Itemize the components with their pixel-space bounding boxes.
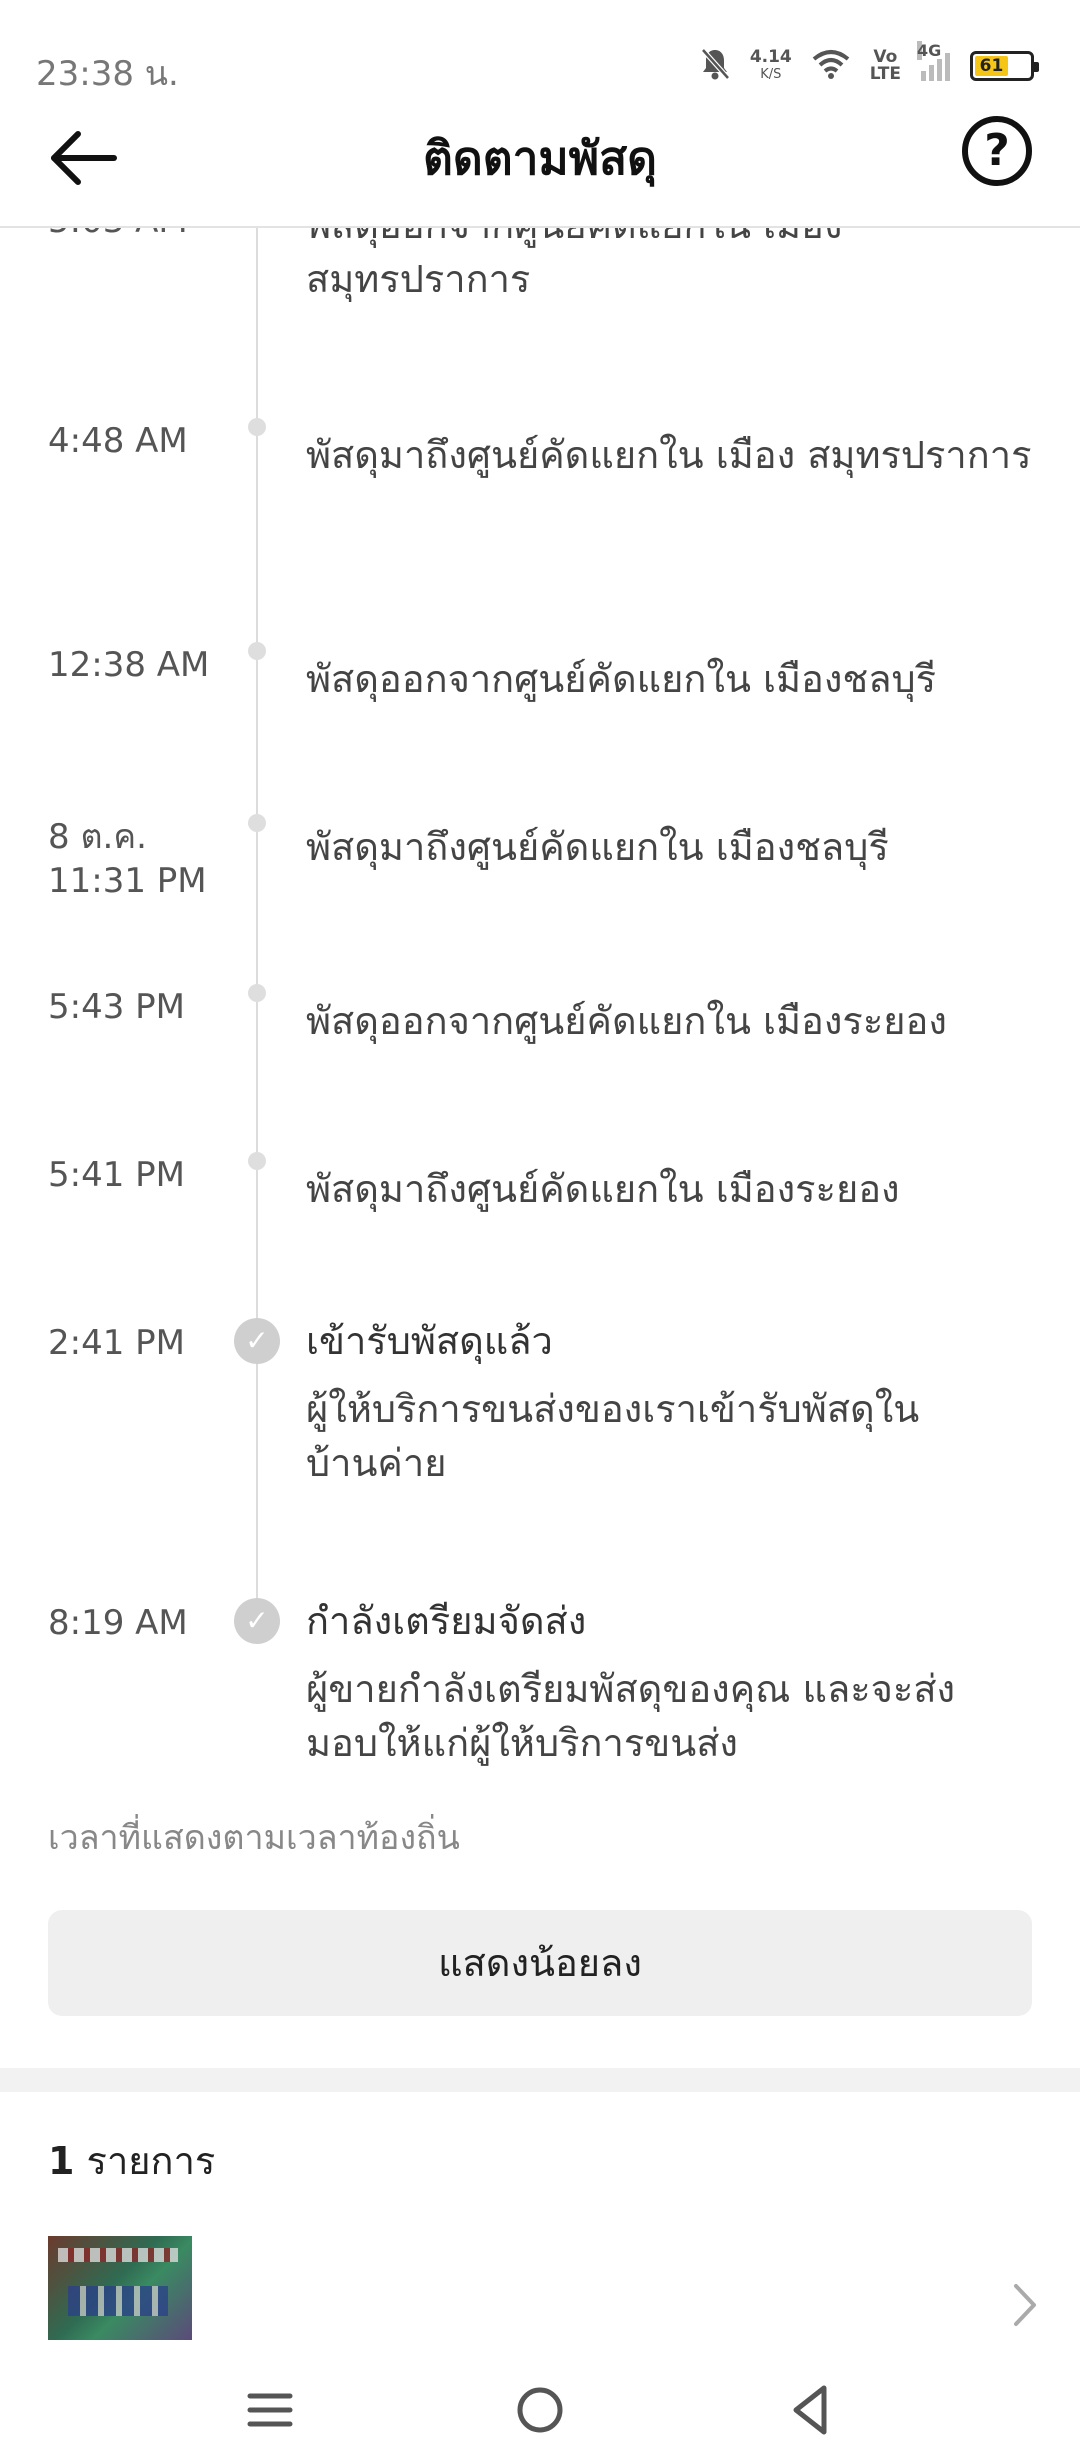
timezone-note: เวลาที่แสดงตามเวลาท้องถิ่น bbox=[48, 1818, 460, 1858]
timeline-time: 11:31 PM bbox=[48, 861, 207, 901]
timeline-text: พัสดุมาถึงศูนย์คัดแยกใน เมือง สมุทรปรากา… bbox=[306, 433, 1032, 477]
timeline-time: 4:48 AM bbox=[48, 421, 188, 461]
product-thumbnail[interactable] bbox=[48, 2236, 192, 2340]
check-circle-icon: ✓ bbox=[234, 1318, 280, 1364]
back-nav-button[interactable] bbox=[760, 2360, 860, 2460]
network-type: 4G bbox=[917, 41, 942, 60]
timeline-time: 2:41 PM bbox=[48, 1323, 185, 1363]
network-speed-value: 4.14 bbox=[749, 47, 792, 67]
timeline-time: 12:38 AM bbox=[48, 645, 210, 685]
timeline-dot bbox=[248, 1152, 266, 1170]
timeline-time: 5:41 PM bbox=[48, 1155, 185, 1195]
signal-strength-icon: 4G bbox=[917, 41, 950, 81]
timeline-text: พัสดุออกจากศูนย์คัดแยกใน เมืองระยอง bbox=[306, 999, 947, 1043]
status-bar: 23:38 น. 4.14 K/S Vo LTE 4G 61 bbox=[0, 0, 1080, 96]
timeline-text: ผู้ให้บริการขนส่งของเราเข้ารับพัสดุใน บ้… bbox=[306, 1387, 920, 1485]
mute-bell-icon bbox=[700, 47, 730, 85]
timeline-title: กำลังเตรียมจัดส่ง bbox=[306, 1599, 587, 1643]
items-count-label: รายการ bbox=[86, 2139, 216, 2183]
status-icons: 4.14 K/S Vo LTE 4G 61 bbox=[700, 41, 1039, 88]
timeline-text: พัสดุออกจากศูนย์คัดแยกใน เมืองชลบุรี bbox=[306, 657, 937, 701]
timeline-time: 5:03 AM bbox=[48, 228, 238, 244]
timeline-text: พัสดุมาถึงศูนย์คัดแยกใน เมืองระยอง bbox=[306, 1167, 900, 1211]
battery-icon: 61 bbox=[970, 51, 1039, 81]
timeline-time: 5:43 PM bbox=[48, 987, 185, 1027]
section-divider bbox=[0, 2068, 1080, 2092]
network-speed: 4.14 K/S bbox=[750, 49, 792, 83]
chevron-right-icon[interactable] bbox=[1004, 2280, 1044, 2330]
volte-indicator: Vo LTE bbox=[870, 49, 901, 83]
timeline-text: พัสดุออกจากศูนย์คัดแยกใน เมือง สมุทรปราก… bbox=[306, 228, 842, 301]
system-nav-bar bbox=[0, 2360, 1080, 2460]
timeline-time: 8:19 AM bbox=[48, 1603, 188, 1643]
home-button[interactable] bbox=[490, 2360, 590, 2460]
status-time: 23:38 น. bbox=[36, 54, 179, 94]
page-title: ติดตามพัสดุ bbox=[422, 131, 658, 185]
show-less-button[interactable]: แสดงน้อยลง bbox=[48, 1910, 1032, 2016]
timeline-title: เข้ารับพัสดุแล้ว bbox=[306, 1319, 553, 1363]
timeline-date: 8 ต.ค. bbox=[48, 817, 147, 857]
triangle-back-icon bbox=[793, 2385, 827, 2435]
timeline-text: พัสดุมาถึงศูนย์คัดแยกใน เมืองชลบุรี bbox=[306, 825, 889, 869]
items-count: 1 รายการ bbox=[48, 2130, 215, 2191]
app-header: ติดตามพัสดุ ? bbox=[0, 96, 1080, 228]
timeline-dot bbox=[248, 418, 266, 436]
battery-level: 61 bbox=[975, 56, 1008, 76]
recent-apps-button[interactable] bbox=[220, 2360, 320, 2460]
wifi-icon bbox=[812, 49, 850, 83]
timeline-text: ผู้ขายกำลังเตรียมพัสดุของคุณ และจะส่ง มอ… bbox=[306, 1667, 956, 1765]
network-speed-unit: K/S bbox=[760, 67, 782, 82]
timeline-dot bbox=[248, 814, 266, 832]
help-button[interactable]: ? bbox=[962, 116, 1032, 186]
home-circle-icon bbox=[517, 2387, 563, 2433]
volte-label-bottom: LTE bbox=[869, 64, 901, 84]
timeline-dot bbox=[248, 642, 266, 660]
check-circle-icon: ✓ bbox=[234, 1598, 280, 1644]
question-mark-icon: ? bbox=[984, 125, 1010, 176]
timeline-dot bbox=[248, 984, 266, 1002]
items-count-number: 1 bbox=[48, 2139, 75, 2183]
tracking-timeline: 5:03 AM พัสดุออกจากศูนย์คัดแยกใน เมือง ส… bbox=[0, 228, 1080, 1788]
menu-icon bbox=[247, 2393, 293, 2427]
